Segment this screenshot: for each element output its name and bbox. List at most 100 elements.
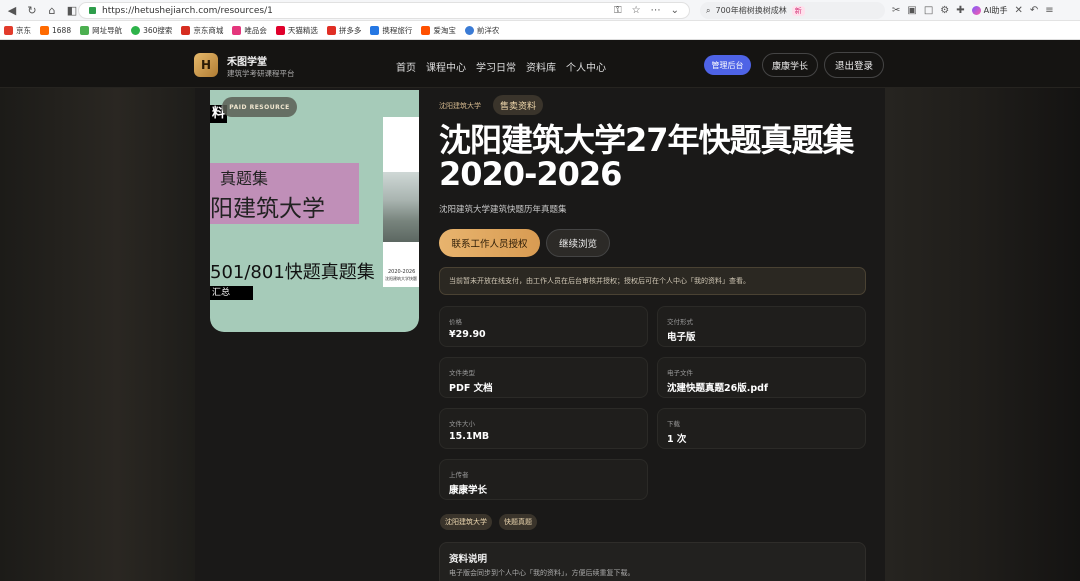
star-icon[interactable]: ☆ bbox=[632, 5, 641, 16]
1688-icon bbox=[40, 25, 49, 35]
jd-mall-icon bbox=[181, 25, 191, 35]
bookmark-item[interactable]: 前洋农 bbox=[464, 25, 499, 36]
site-logo[interactable]: H bbox=[194, 53, 218, 77]
search-icon: ⌕ bbox=[706, 5, 711, 15]
lock-icon bbox=[89, 7, 96, 14]
uploader-card: 上传者 康康学长 bbox=[439, 459, 648, 500]
nav-courses[interactable]: 课程中心 bbox=[426, 59, 466, 74]
continue-browsing-button[interactable]: 继续浏览 bbox=[546, 229, 610, 257]
tag-kuaiti[interactable]: 快题真题 bbox=[499, 514, 537, 530]
cover-title-line2: 阳建筑大学 bbox=[210, 196, 325, 222]
payment-notice: 当前暂未开放在线支付，由工作人员在后台审核并授权；授权后可在个人中心「我的资料」… bbox=[439, 267, 866, 295]
reload-icon[interactable]: ↻ bbox=[24, 2, 40, 18]
key-icon[interactable]: ⚿ bbox=[614, 5, 622, 16]
school-breadcrumb[interactable]: 沈阳建筑大学 bbox=[439, 101, 481, 111]
nav-profile[interactable]: 个人中心 bbox=[566, 59, 606, 74]
description-title: 资料说明 bbox=[449, 554, 488, 565]
bookmark-item[interactable]: 1688 bbox=[40, 25, 71, 35]
downloads-value: 1 次 bbox=[667, 434, 687, 445]
paid-resource-badge: PAID RESOURCE bbox=[222, 97, 297, 117]
description-text: 电子版会同步到个人中心「我的资料」，方便后续重复下载。 bbox=[449, 569, 635, 577]
taobao-icon bbox=[421, 25, 431, 35]
address-bar[interactable]: https://hetushejiarch.com/resources/1 ⚿ … bbox=[78, 2, 690, 19]
background-left bbox=[0, 88, 195, 581]
background-right bbox=[885, 88, 1080, 581]
cover-title-line1: 真题集 bbox=[220, 169, 269, 188]
nav-home[interactable]: 首页 bbox=[396, 59, 416, 74]
file-name-label: 电子文件 bbox=[667, 369, 693, 377]
nav-library[interactable]: 资料库 bbox=[526, 59, 556, 74]
mute-icon[interactable]: ✕ bbox=[1015, 5, 1023, 16]
logout-button[interactable]: 退出登录 bbox=[824, 52, 884, 78]
delivery-label: 交付形式 bbox=[667, 318, 693, 326]
file-size-label: 文件大小 bbox=[449, 420, 475, 428]
bookmark-item[interactable]: 天猫精选 bbox=[275, 25, 318, 36]
ai-icon bbox=[971, 6, 981, 15]
cover-photo: 2020-2026 沈阳建筑大学快题 bbox=[383, 117, 419, 287]
url-text[interactable]: https://hetushejiarch.com/resources/1 bbox=[102, 6, 273, 16]
file-size-card: 文件大小 15.1MB bbox=[439, 408, 648, 449]
delivery-value: 电子版 bbox=[667, 332, 696, 343]
main-nav: 首页 课程中心 学习日常 资料库 个人中心 bbox=[396, 59, 606, 74]
price-card: 价格 ¥29.90 bbox=[439, 306, 648, 347]
menu-icon[interactable]: ≡ bbox=[1045, 5, 1053, 16]
resource-subtitle: 沈阳建筑大学建筑快题历年真题集 bbox=[439, 205, 567, 215]
bookmark-item[interactable]: 京东 bbox=[4, 25, 31, 36]
page: H 禾图学堂 建筑学考研课程平台 首页 课程中心 学习日常 资料库 个人中心 管… bbox=[0, 40, 1080, 581]
cover-title-block: 真题集 阳建筑大学 bbox=[210, 163, 359, 224]
bookmark-item[interactable]: 京东商城 bbox=[181, 25, 223, 36]
photo-years: 2020-2026 bbox=[388, 269, 416, 275]
vip-icon bbox=[232, 25, 242, 35]
bookmark-item[interactable]: 爱淘宝 bbox=[421, 25, 456, 36]
delivery-card: 交付形式 电子版 bbox=[657, 306, 866, 347]
brand-name[interactable]: 禾图学堂 bbox=[227, 53, 267, 68]
screenshot-icon[interactable]: ▣ bbox=[907, 5, 916, 16]
contact-staff-button[interactable]: 联系工作人员授权 bbox=[439, 229, 540, 257]
ai-label: AI助手 bbox=[983, 6, 1008, 15]
file-size-value: 15.1MB bbox=[449, 431, 490, 442]
brand-subtitle: 建筑学考研课程平台 bbox=[227, 69, 295, 78]
resource-title: 沈阳建筑大学27年快题真题集2020-2026 bbox=[439, 121, 855, 193]
site-header: H 禾图学堂 建筑学考研课程平台 首页 课程中心 学习日常 资料库 个人中心 管… bbox=[0, 40, 1080, 88]
file-type-value: PDF 文档 bbox=[449, 383, 493, 394]
price-label: 价格 bbox=[449, 318, 462, 326]
browser-toolbar: ◀ ↻ ⌂ ◧ https://hetushejiarch.com/resour… bbox=[0, 0, 1080, 21]
360-icon bbox=[131, 25, 141, 35]
ai-assistant-button[interactable]: AI助手 bbox=[971, 5, 1008, 16]
ctrip-icon bbox=[370, 25, 380, 35]
globe-icon bbox=[464, 25, 474, 35]
downloads-label: 下载 bbox=[667, 420, 680, 428]
building-image bbox=[383, 172, 419, 242]
more-icon[interactable]: ⋯ bbox=[651, 5, 661, 16]
admin-button[interactable]: 管理后台 bbox=[704, 55, 751, 75]
uploader-value: 康康学长 bbox=[449, 485, 488, 496]
undo-icon[interactable]: ↶ bbox=[1030, 5, 1038, 16]
file-name-card: 电子文件 沈建快题真题26版.pdf bbox=[657, 357, 866, 398]
description-card: 资料说明 电子版会同步到个人中心「我的资料」，方便后续重复下载。 bbox=[439, 542, 866, 581]
home-icon[interactable]: ⌂ bbox=[44, 2, 60, 18]
jd-icon bbox=[4, 25, 13, 35]
scissors-icon[interactable]: ✂ bbox=[892, 5, 900, 16]
browser-search[interactable]: ⌕ 700年榕树换树成林 新 bbox=[700, 2, 885, 19]
chevron-down-icon[interactable]: ⌄ bbox=[671, 5, 679, 16]
user-button[interactable]: 康康学长 bbox=[762, 53, 818, 77]
puzzle-icon[interactable]: ✚ bbox=[956, 5, 964, 16]
bookmark-item[interactable]: 360搜索 bbox=[131, 25, 172, 36]
nav-daily[interactable]: 学习日常 bbox=[476, 59, 516, 74]
sale-tag: 售卖资料 bbox=[493, 95, 544, 115]
file-name-value[interactable]: 沈建快题真题26版.pdf bbox=[667, 380, 768, 394]
file-type-card: 文件类型 PDF 文档 bbox=[439, 357, 648, 398]
bookmarks-bar: 京东 1688 网址导航 360搜索 京东商城 唯品会 天猫精选 拼多多 携程旅… bbox=[0, 21, 1080, 40]
uploader-label: 上传者 bbox=[449, 471, 469, 479]
file-type-label: 文件类型 bbox=[449, 369, 475, 377]
settings-icon[interactable]: ⚙ bbox=[940, 5, 949, 16]
cover-summary: 汇总 bbox=[210, 286, 253, 300]
back-icon[interactable]: ◀ bbox=[4, 2, 20, 18]
nav-icon bbox=[80, 25, 90, 35]
bookmark-item[interactable]: 网址导航 bbox=[80, 25, 122, 36]
window-icon[interactable]: □ bbox=[924, 5, 933, 16]
bookmark-item[interactable]: 拼多多 bbox=[326, 25, 361, 36]
bookmark-item[interactable]: 携程旅行 bbox=[370, 25, 412, 36]
tag-school[interactable]: 沈阳建筑大学 bbox=[440, 514, 492, 530]
bookmark-item[interactable]: 唯品会 bbox=[232, 25, 267, 36]
